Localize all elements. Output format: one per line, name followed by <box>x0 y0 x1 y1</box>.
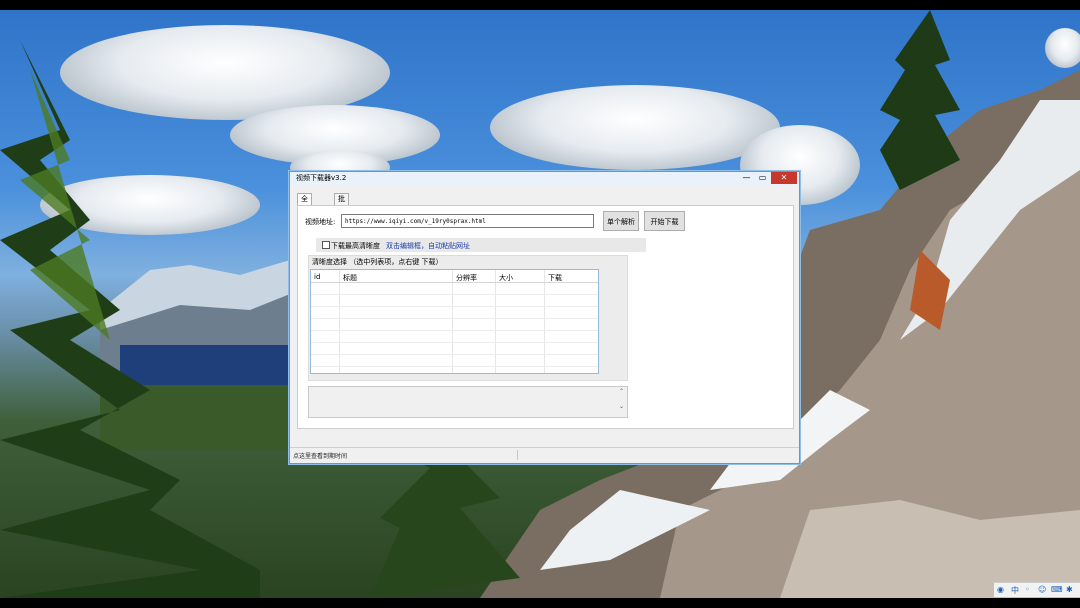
column-divider <box>452 270 453 373</box>
scroll-down-icon[interactable]: ⌄ <box>619 403 624 410</box>
tab-panel: 视频地址: https://www.iqiyi.com/v_19ry0sprax… <box>297 205 794 429</box>
auto-paste-hint[interactable]: 双击编辑框，自动粘贴网址 <box>386 241 470 251</box>
settings-icon[interactable]: ✱ <box>1066 585 1073 594</box>
start-download-button[interactable]: 开始下载 <box>644 211 685 231</box>
close-button[interactable]: ✕ <box>771 172 797 184</box>
app-window: 视频下载器v3.2 — ▭ ✕ 全能解析 批量下载 视频地址: https://… <box>289 171 800 464</box>
wallpaper-tree-left <box>0 40 260 598</box>
row-divider <box>311 306 598 307</box>
hd-checkbox-label[interactable]: 下载最高清晰度 <box>331 241 380 251</box>
keyboard-icon[interactable]: ⌨ <box>1051 585 1063 594</box>
search-icon[interactable]: ◉ <box>997 585 1004 594</box>
options-strip: 下载最高清晰度 双击编辑框，自动粘贴网址 <box>316 238 646 252</box>
single-parse-button[interactable]: 单个解析 <box>603 211 639 231</box>
system-tray: ◉ 中 ◦ ☺ ⌨ ✱ <box>994 582 1080 597</box>
column-divider <box>339 270 340 373</box>
ime-icon[interactable]: 中 <box>1011 585 1019 596</box>
scroll-up-icon[interactable]: ⌃ <box>619 388 624 395</box>
quality-group-label: 清晰度选择 （选中列表项，点右键 下载） <box>312 258 443 266</box>
url-label: 视频地址: <box>305 218 336 226</box>
punctuation-icon[interactable]: ◦ <box>1025 585 1030 594</box>
column-header-id[interactable]: id <box>314 273 320 281</box>
row-divider <box>311 294 598 295</box>
expiry-status-link[interactable]: 点这里查看到期时间 <box>293 451 347 460</box>
window-title: 视频下载器v3.2 <box>296 174 347 182</box>
quality-list[interactable]: id 标题 分辨率 大小 下载 <box>310 269 599 374</box>
url-input[interactable]: https://www.iqiyi.com/v_19ry0sprax.html <box>341 214 594 228</box>
row-divider <box>311 318 598 319</box>
status-separator <box>517 450 518 460</box>
row-divider <box>311 354 598 355</box>
hd-checkbox[interactable] <box>322 241 330 249</box>
emoji-icon[interactable]: ☺ <box>1038 585 1046 594</box>
row-divider <box>311 282 598 283</box>
log-textarea[interactable]: ⌃ ⌄ <box>308 386 628 418</box>
window-titlebar[interactable]: 视频下载器v3.2 — ▭ ✕ <box>290 172 799 186</box>
column-divider <box>544 270 545 373</box>
status-bar: 点这里查看到期时间 <box>290 447 799 462</box>
minimize-button[interactable]: — <box>738 172 755 184</box>
wallpaper-tree-right <box>880 10 960 190</box>
maximize-button[interactable]: ▭ <box>754 172 771 184</box>
row-divider <box>311 342 598 343</box>
row-divider <box>311 366 598 367</box>
row-divider <box>311 330 598 331</box>
column-divider <box>495 270 496 373</box>
